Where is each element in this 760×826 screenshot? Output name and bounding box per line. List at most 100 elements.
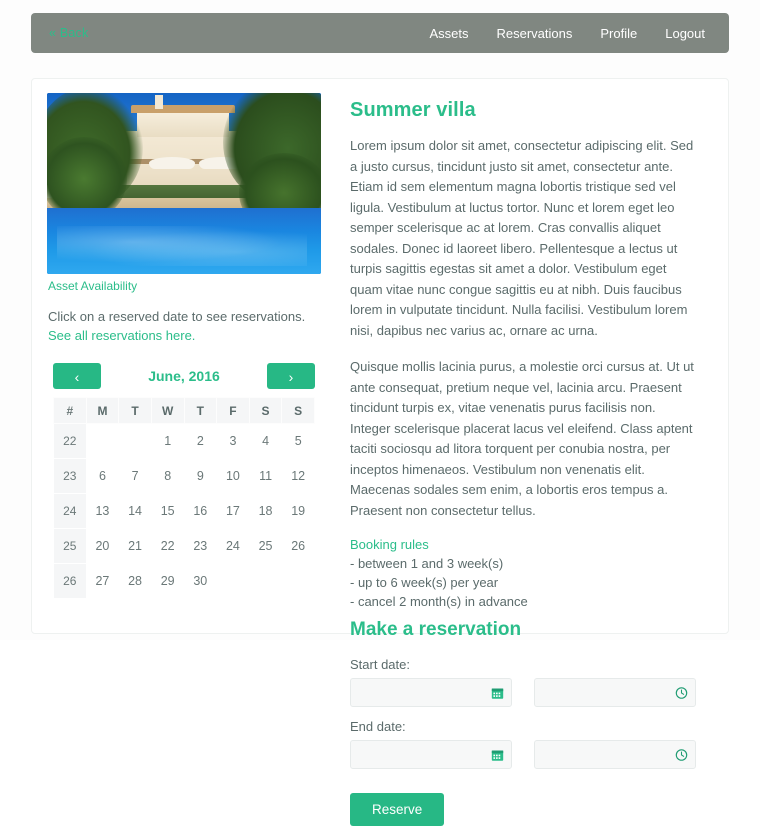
calendar-icon[interactable] (491, 748, 504, 761)
calendar-day-header-3: W (150, 397, 185, 424)
calendar-day-cell-pad (85, 423, 120, 459)
start-time-field[interactable] (534, 678, 696, 707)
page-title: Summer villa (350, 99, 476, 121)
calendar-day-cell-dim[interactable]: 10 (216, 458, 250, 494)
calendar-hint-text: Click on a reserved date to see reservat… (48, 309, 306, 324)
calendar-header-row: # M T W T F S S (53, 397, 315, 424)
start-date-input[interactable] (351, 679, 511, 706)
booking-rule-2: - up to 6 week(s) per year (350, 575, 499, 590)
asset-availability-label: Asset Availability (48, 279, 138, 293)
calendar-day-cell-empty (216, 563, 250, 599)
description-paragraph-2: Quisque mollis lacinia purus, a molestie… (350, 359, 694, 518)
calendar-day-cell-free[interactable]: 21 (118, 528, 152, 564)
calendar-day-cell-res[interactable]: 12 (281, 458, 315, 494)
availability-calendar: ‹ June, 2016 › # M T W T F S S 22 1 2 3 4 5 23 6 7 8 9 10 1… (53, 363, 315, 599)
calendar-icon[interactable] (491, 686, 504, 699)
start-date-row (350, 678, 696, 707)
clock-icon[interactable] (675, 748, 688, 761)
booking-rule-1: - between 1 and 3 week(s) (350, 556, 504, 571)
calendar-week-number: 26 (53, 563, 87, 599)
calendar-week-number: 23 (53, 458, 87, 494)
photo-villa-chimney (155, 95, 163, 109)
asset-right-column: Summer villa Lorem ipsum dolor sit amet,… (324, 93, 714, 826)
end-date-field[interactable] (350, 740, 512, 769)
start-date-label: Start date: (350, 657, 410, 672)
calendar-day-cell-free[interactable]: 29 (150, 563, 185, 599)
calendar-day-cell-res[interactable]: 17 (216, 493, 250, 529)
calendar-week-row: 25 20 21 22 23 24 25 26 (53, 528, 315, 564)
clock-icon[interactable] (675, 686, 688, 699)
back-link[interactable]: « Back (49, 26, 88, 40)
photo-umbrella-left (149, 157, 195, 169)
calendar-day-header-6: S (248, 397, 283, 424)
calendar-day-cell-free[interactable]: 28 (118, 563, 152, 599)
photo-villa-roof (131, 105, 235, 113)
calendar-day-cell-dim[interactable]: 1 (150, 423, 185, 459)
photo-villa-upper (137, 111, 229, 137)
villa-photo (47, 93, 321, 274)
calendar-day-cell-empty (281, 563, 315, 599)
calendar-next-button[interactable]: › (266, 363, 315, 389)
reservation-heading: Make a reservation (350, 619, 522, 640)
calendar-day-cell-dim[interactable]: 7 (118, 458, 152, 494)
calendar-day-cell-res[interactable]: 16 (183, 493, 218, 529)
calendar-day-cell-res[interactable]: 22 (150, 528, 185, 564)
asset-detail-card: Asset Availability Click on a reserved d… (31, 78, 729, 826)
calendar-prev-button[interactable]: ‹ (53, 363, 101, 389)
calendar-day-cell-dim[interactable]: 19 (281, 493, 315, 529)
booking-rules-title: Booking rules (350, 537, 429, 552)
nav-links: Assets Reservations Profile Logout (429, 26, 711, 41)
calendar-day-cell-res[interactable]: 23 (183, 528, 218, 564)
calendar-week-row: 23 6 7 8 9 10 11 12 (53, 458, 315, 494)
top-navbar: « Back Assets Reservations Profile Logou… (31, 13, 729, 53)
booking-rule-3: - cancel 2 month(s) in advance (350, 594, 528, 609)
nav-link-reservations[interactable]: Reservations (497, 26, 573, 41)
photo-pool-reflection (57, 226, 307, 266)
calendar-day-cell-res[interactable]: 11 (248, 458, 283, 494)
calendar-day-cell-free[interactable]: 27 (85, 563, 120, 599)
end-date-row (350, 740, 696, 769)
calendar-week-number: 22 (53, 423, 87, 459)
calendar-day-cell-dim[interactable]: 6 (85, 458, 120, 494)
all-reservations-link[interactable]: See all reservations here. (48, 328, 195, 343)
end-date-input[interactable] (351, 741, 511, 768)
page-root: « Back Assets Reservations Profile Logou… (0, 0, 760, 826)
end-time-input[interactable] (535, 741, 695, 768)
calendar-day-cell-dim[interactable]: 5 (281, 423, 315, 459)
nav-link-logout[interactable]: Logout (665, 26, 705, 41)
start-date-field[interactable] (350, 678, 512, 707)
calendar-day-cell-res[interactable]: 13 (85, 493, 120, 529)
calendar-hint: Click on a reserved date to see reservat… (48, 307, 310, 345)
calendar-day-cell-free[interactable]: 30 (183, 563, 218, 599)
calendar-day-cell-res[interactable]: 25 (248, 528, 283, 564)
calendar-day-cell-pend[interactable]: 20 (85, 528, 120, 564)
calendar-table: # M T W T F S S 22 1 2 3 4 5 23 6 7 8 9 10 11 12 24 13 14 15 16 17… (53, 397, 315, 599)
calendar-week-number: 25 (53, 528, 87, 564)
calendar-day-cell-empty (248, 563, 283, 599)
description-paragraph-1: Lorem ipsum dolor sit amet, consectetur … (350, 138, 694, 338)
start-time-input[interactable] (535, 679, 695, 706)
calendar-week-row: 24 13 14 15 16 17 18 19 (53, 493, 315, 529)
calendar-day-cell-res[interactable]: 14 (118, 493, 152, 529)
calendar-day-cell-dim[interactable]: 4 (248, 423, 283, 459)
calendar-body: 22 1 2 3 4 5 23 6 7 8 9 10 11 12 24 13 14 15 16 17 18 19 25 20 2… (53, 423, 315, 599)
calendar-week-number: 24 (53, 493, 87, 529)
calendar-day-cell-pad (118, 423, 152, 459)
nav-link-assets[interactable]: Assets (429, 26, 468, 41)
end-date-label: End date: (350, 719, 406, 734)
calendar-day-header-2: T (118, 397, 152, 424)
calendar-day-cell-res[interactable]: 15 (150, 493, 185, 529)
calendar-day-cell-dim[interactable]: 3 (216, 423, 250, 459)
nav-link-profile[interactable]: Profile (600, 26, 637, 41)
calendar-day-cell-res[interactable]: 24 (216, 528, 250, 564)
calendar-month-title: June, 2016 (148, 368, 220, 384)
calendar-day-cell-free[interactable]: 26 (281, 528, 315, 564)
calendar-day-cell-dim[interactable]: 2 (183, 423, 218, 459)
calendar-day-cell-dim[interactable]: 8 (150, 458, 185, 494)
reserve-button[interactable]: Reserve (350, 793, 445, 826)
calendar-day-cell-dim[interactable]: 9 (183, 458, 218, 494)
calendar-header: ‹ June, 2016 › (53, 363, 315, 389)
calendar-day-cell-res[interactable]: 18 (248, 493, 283, 529)
calendar-day-header-1: M (85, 397, 120, 424)
end-time-field[interactable] (534, 740, 696, 769)
